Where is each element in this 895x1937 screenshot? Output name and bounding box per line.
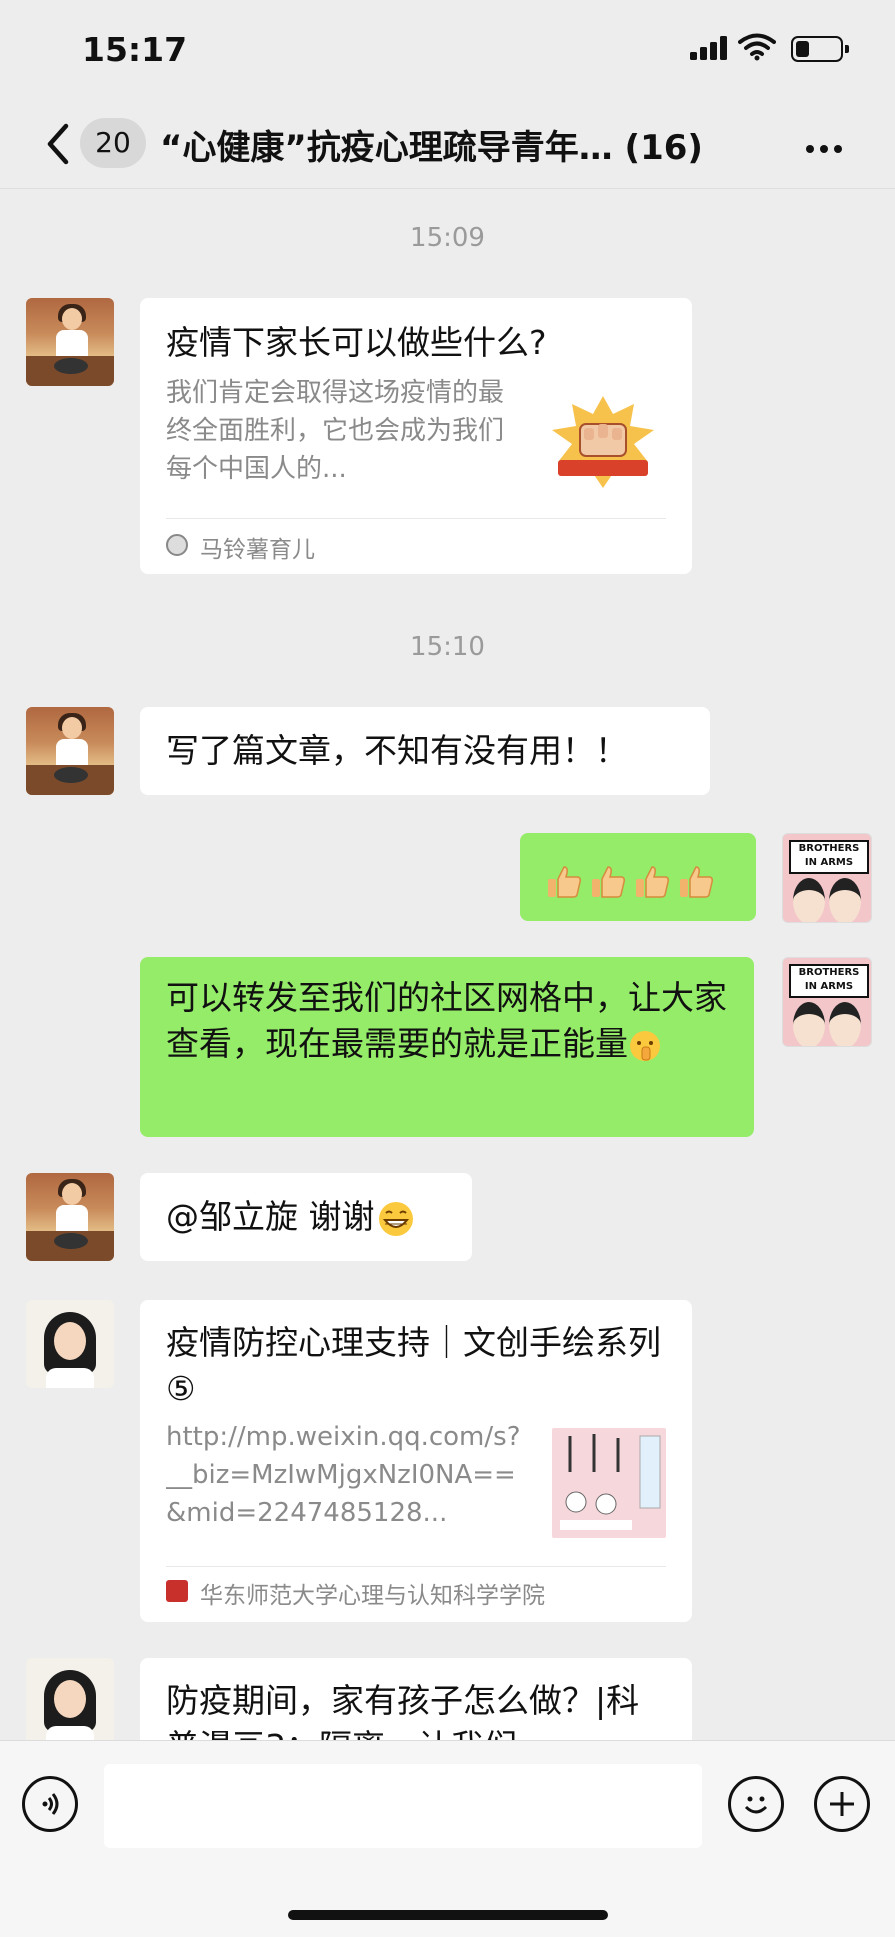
cellular-signal-icon	[690, 36, 727, 60]
source-logo-icon	[166, 1580, 188, 1602]
add-attachment-icon[interactable]	[814, 1776, 870, 1832]
timestamp: 15:10	[410, 632, 485, 662]
shared-article-card[interactable]: 疫情下家长可以做些什么? 我们肯定会取得这场疫情的最终全面胜利，它也会成为我们每…	[140, 298, 692, 574]
article-title: 疫情防控心理支持｜文创手绘系列 ⑤	[166, 1323, 661, 1408]
battery-icon	[791, 36, 849, 62]
timestamp: 15:09	[410, 223, 485, 253]
avatar-self[interactable]: BROTHERS IN ARMS	[782, 833, 872, 923]
avatar-self[interactable]: BROTHERS IN ARMS	[782, 957, 872, 1047]
wifi-icon	[738, 33, 776, 61]
avatar[interactable]	[26, 1658, 114, 1746]
avatar-brothers-label: BROTHERS IN ARMS	[789, 964, 869, 998]
chat-message-emoji[interactable]	[520, 833, 756, 921]
article-title: 疫情下家长可以做些什么?	[166, 323, 547, 362]
raised-fists-icon	[552, 396, 654, 488]
thumbs-up-icon	[592, 865, 625, 898]
voice-input-icon[interactable]	[22, 1776, 78, 1832]
status-time: 15:17	[82, 30, 188, 69]
avatar[interactable]	[26, 1173, 114, 1261]
article-source: 马铃薯育儿	[200, 537, 315, 563]
unread-count-badge[interactable]: 20	[80, 118, 146, 168]
article-source: 华东师范大学心理与认知科学学院	[200, 1583, 545, 1609]
avatar-brothers-label: BROTHERS IN ARMS	[789, 840, 869, 874]
avatar[interactable]	[26, 298, 114, 386]
home-indicator	[288, 1910, 608, 1920]
emoji-picker-icon[interactable]	[728, 1776, 784, 1832]
article-description: 我们肯定会取得这场疫情的最终全面胜利，它也会成为我们每个中国人的...	[166, 378, 505, 484]
chat-title: “心健康”抗疫心理疏导青年… (16)	[160, 128, 703, 168]
chat-message[interactable]: @邹立旋 谢谢	[140, 1173, 472, 1261]
message-input[interactable]	[104, 1764, 702, 1848]
more-options-icon[interactable]	[806, 138, 848, 157]
thumbs-up-icon	[680, 865, 713, 898]
chat-message[interactable]: 可以转发至我们的社区网格中，让大家查看，现在最需要的就是正能量	[140, 957, 754, 1137]
article-description: http://mp.weixin.qq.com/s?__biz=MzIwMjgx…	[166, 1422, 521, 1528]
back-chevron-icon[interactable]	[40, 120, 80, 168]
shared-article-card[interactable]: 疫情防控心理支持｜文创手绘系列 ⑤ http://mp.weixin.qq.co…	[140, 1300, 692, 1622]
article-thumbnail	[552, 1428, 666, 1538]
thumbs-up-icon	[548, 865, 581, 898]
chat-message[interactable]: 写了篇文章，不知有没有用！！	[140, 707, 710, 795]
status-bar: 15:17	[0, 0, 895, 100]
thumbs-up-icon	[636, 865, 669, 898]
avatar[interactable]	[26, 707, 114, 795]
source-logo-icon	[166, 534, 188, 556]
shush-face-icon	[630, 1030, 660, 1061]
avatar[interactable]	[26, 1300, 114, 1388]
grinning-face-icon	[378, 1201, 413, 1236]
